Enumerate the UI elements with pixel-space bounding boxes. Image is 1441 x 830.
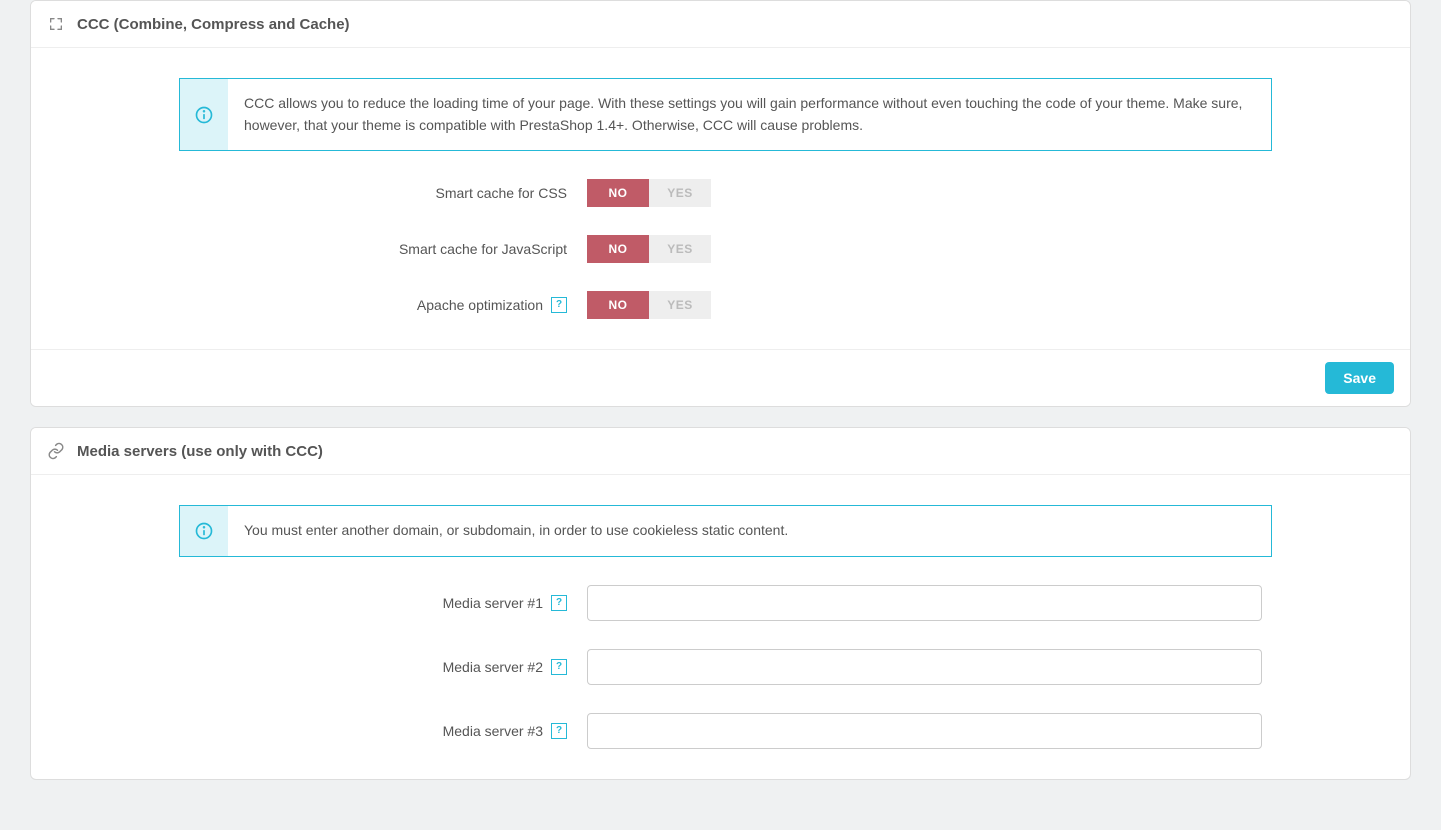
help-icon[interactable]: ?	[551, 723, 567, 739]
smart-css-yes[interactable]: YES	[649, 179, 711, 207]
apache-label: Apache optimization ?	[39, 297, 579, 313]
smart-js-row: Smart cache for JavaScript NO YES	[39, 235, 1402, 263]
media-server-1-input[interactable]	[587, 585, 1262, 621]
media-server-2-input[interactable]	[587, 649, 1262, 685]
smart-js-yes[interactable]: YES	[649, 235, 711, 263]
ccc-panel: CCC (Combine, Compress and Cache) CCC al…	[30, 0, 1411, 407]
media-server-3-label-text: Media server #3	[443, 723, 543, 739]
smart-css-label-text: Smart cache for CSS	[436, 185, 568, 201]
media-title: Media servers (use only with CCC)	[77, 443, 323, 460]
help-icon[interactable]: ?	[551, 659, 567, 675]
ccc-panel-heading: CCC (Combine, Compress and Cache)	[31, 1, 1410, 48]
media-server-2-label-text: Media server #2	[443, 659, 543, 675]
info-icon	[180, 79, 228, 150]
media-server-1-row: Media server #1 ?	[39, 585, 1402, 621]
media-panel-body: You must enter another domain, or subdom…	[31, 475, 1410, 779]
link-icon	[47, 442, 65, 460]
ccc-info-text: CCC allows you to reduce the loading tim…	[228, 79, 1271, 150]
smart-js-toggle[interactable]: NO YES	[587, 235, 711, 263]
smart-css-label: Smart cache for CSS	[39, 185, 579, 201]
media-server-2-row: Media server #2 ?	[39, 649, 1402, 685]
save-button[interactable]: Save	[1325, 362, 1394, 394]
media-panel: Media servers (use only with CCC) You mu…	[30, 427, 1411, 780]
ccc-info-alert: CCC allows you to reduce the loading tim…	[179, 78, 1272, 151]
media-server-3-input[interactable]	[587, 713, 1262, 749]
media-server-1-label: Media server #1 ?	[39, 595, 579, 611]
apache-row: Apache optimization ? NO YES	[39, 291, 1402, 319]
smart-css-toggle[interactable]: NO YES	[587, 179, 711, 207]
fullscreen-icon	[47, 15, 65, 33]
smart-css-no[interactable]: NO	[587, 179, 649, 207]
smart-js-no[interactable]: NO	[587, 235, 649, 263]
apache-label-text: Apache optimization	[417, 297, 543, 313]
help-icon[interactable]: ?	[551, 297, 567, 313]
media-server-2-label: Media server #2 ?	[39, 659, 579, 675]
media-server-3-label: Media server #3 ?	[39, 723, 579, 739]
info-icon	[180, 506, 228, 556]
media-panel-heading: Media servers (use only with CCC)	[31, 428, 1410, 475]
media-info-text: You must enter another domain, or subdom…	[228, 506, 810, 556]
smart-js-label-text: Smart cache for JavaScript	[399, 241, 567, 257]
smart-js-label: Smart cache for JavaScript	[39, 241, 579, 257]
ccc-panel-footer: Save	[31, 349, 1410, 406]
help-icon[interactable]: ?	[551, 595, 567, 611]
smart-css-row: Smart cache for CSS NO YES	[39, 179, 1402, 207]
media-info-alert: You must enter another domain, or subdom…	[179, 505, 1272, 557]
apache-yes[interactable]: YES	[649, 291, 711, 319]
ccc-title: CCC (Combine, Compress and Cache)	[77, 16, 350, 33]
ccc-panel-body: CCC allows you to reduce the loading tim…	[31, 48, 1410, 349]
apache-no[interactable]: NO	[587, 291, 649, 319]
media-server-3-row: Media server #3 ?	[39, 713, 1402, 749]
media-server-1-label-text: Media server #1	[443, 595, 543, 611]
apache-toggle[interactable]: NO YES	[587, 291, 711, 319]
